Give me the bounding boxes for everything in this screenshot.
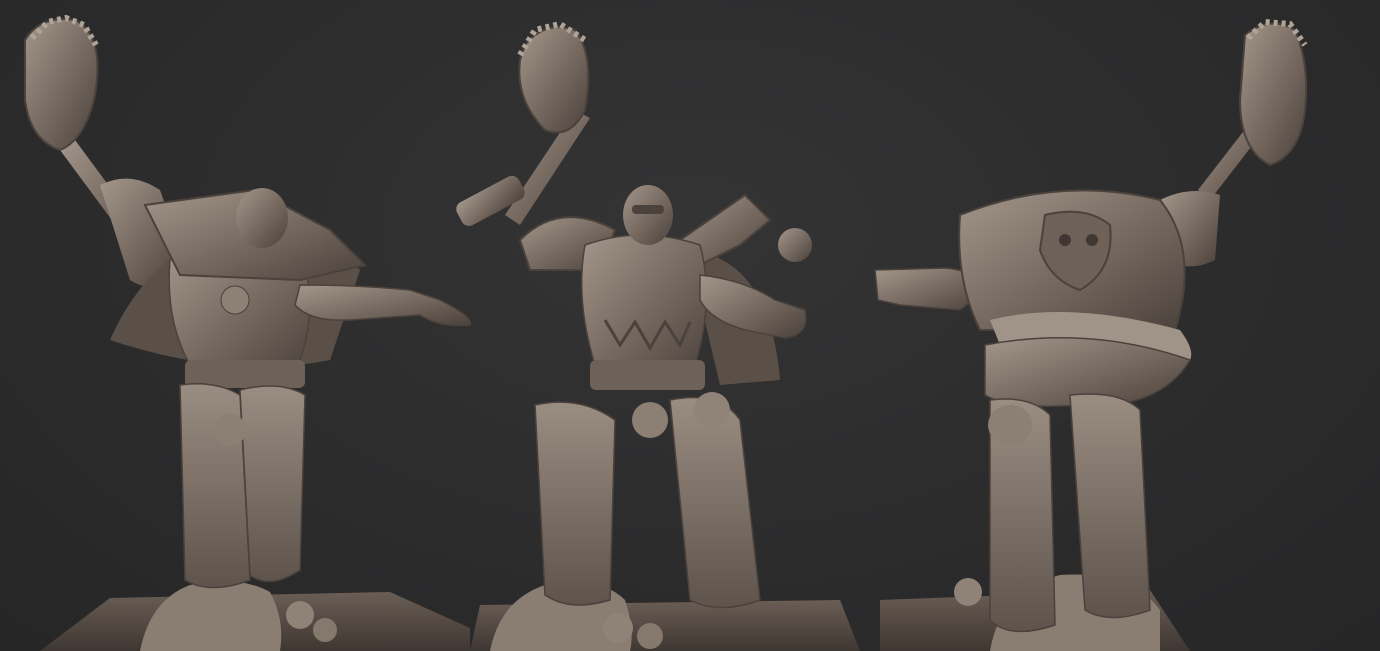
sculpt-viewport[interactable] bbox=[0, 0, 1380, 651]
chain-axe-blade bbox=[1238, 22, 1308, 167]
right-leg bbox=[239, 385, 306, 583]
right-leg bbox=[669, 396, 761, 609]
shoulder-knob bbox=[778, 228, 812, 262]
rock-base bbox=[140, 581, 282, 651]
render-canvas bbox=[24, 14, 1308, 651]
belt bbox=[590, 360, 705, 390]
skull-icon bbox=[603, 613, 633, 643]
knee-pad bbox=[988, 405, 1032, 445]
skull-eye-icon bbox=[1086, 234, 1098, 246]
eye-visor bbox=[632, 205, 664, 214]
skull-eye-icon bbox=[1059, 234, 1071, 246]
head bbox=[623, 185, 673, 245]
left-leg bbox=[179, 383, 251, 589]
figure-view-rear[interactable] bbox=[874, 18, 1308, 651]
figure-view-left[interactable] bbox=[24, 14, 472, 651]
chain-axe-blade bbox=[518, 26, 590, 134]
left-leg bbox=[534, 401, 616, 606]
skull-icon bbox=[637, 623, 663, 649]
chest-armor bbox=[580, 234, 708, 379]
skull-icon bbox=[954, 578, 982, 606]
knee-skull-icon bbox=[214, 414, 246, 446]
skull-icon bbox=[286, 601, 314, 629]
knee-pad bbox=[694, 392, 730, 428]
figure-view-front[interactable] bbox=[453, 20, 860, 651]
chest-emblem bbox=[220, 285, 250, 315]
chain-axe-blade bbox=[24, 18, 99, 152]
skull-icon bbox=[313, 618, 337, 642]
belt-skull-icon bbox=[632, 402, 668, 438]
head bbox=[236, 188, 288, 248]
